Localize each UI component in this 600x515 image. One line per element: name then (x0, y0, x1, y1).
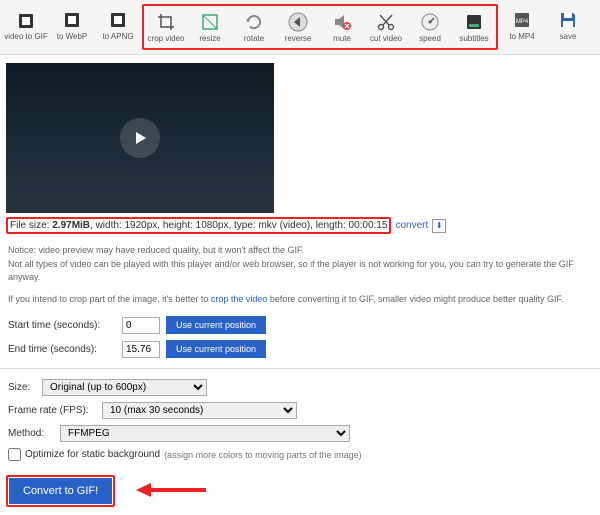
film-icon (15, 10, 37, 32)
download-icon[interactable]: ⬇ (432, 219, 446, 233)
tool-subtitles[interactable]: subtitles (452, 6, 496, 48)
optimize-sublabel: (assign more colors to moving parts of t… (164, 450, 362, 460)
tool-to-webp[interactable]: to WebP (50, 4, 94, 46)
convert-link[interactable]: convert (395, 220, 428, 231)
method-select[interactable]: FFMPEG (60, 425, 350, 442)
subtitles-icon (463, 11, 485, 33)
fps-label: Frame rate (FPS): (8, 405, 96, 416)
fps-row: Frame rate (FPS): 10 (max 30 seconds) (8, 402, 592, 419)
crop-video-link[interactable]: crop the video (211, 294, 268, 304)
tool-rotate[interactable]: rotate (232, 6, 276, 48)
film-icon (61, 9, 83, 31)
speed-icon (419, 11, 441, 33)
start-time-row: Start time (seconds): Use current positi… (8, 316, 592, 334)
scissors-icon (375, 11, 397, 33)
highlighted-tools: crop video resize rotate reverse mute cu… (142, 4, 498, 50)
fps-select[interactable]: 10 (max 30 seconds) (102, 402, 297, 419)
end-time-input[interactable] (122, 341, 160, 358)
crop-icon (155, 11, 177, 33)
optimize-label: Optimize for static background (25, 449, 160, 460)
file-info: File size: 2.97MiB, width: 1920px, heigh… (6, 217, 391, 234)
start-time-label: Start time (seconds): (8, 320, 116, 331)
svg-text:MP4: MP4 (516, 19, 529, 25)
end-time-label: End time (seconds): (8, 344, 116, 355)
play-icon (131, 129, 149, 147)
tool-speed[interactable]: speed (408, 6, 452, 48)
play-button[interactable] (120, 118, 160, 158)
video-preview[interactable] (6, 63, 274, 213)
rotate-icon (243, 11, 265, 33)
tool-resize[interactable]: resize (188, 6, 232, 48)
reverse-icon (287, 11, 309, 33)
toolbar: video to GIF to WebP to APNG crop video … (0, 0, 600, 55)
mp4-icon: MP4 (511, 9, 533, 31)
size-row: Size: Original (up to 600px) (8, 379, 592, 396)
notice-text: Notice: video preview may have reduced q… (8, 244, 592, 306)
use-current-start-button[interactable]: Use current position (166, 316, 266, 334)
tool-video-to-gif[interactable]: video to GIF (4, 4, 48, 46)
size-select[interactable]: Original (up to 600px) (42, 379, 207, 396)
mute-icon (331, 11, 353, 33)
tool-mute[interactable]: mute (320, 6, 364, 48)
file-info-row: File size: 2.97MiB, width: 1920px, heigh… (6, 217, 594, 234)
convert-to-gif-button[interactable]: Convert to GIF! (9, 478, 112, 504)
use-current-end-button[interactable]: Use current position (166, 340, 266, 358)
tool-reverse[interactable]: reverse (276, 6, 320, 48)
method-label: Method: (8, 428, 54, 439)
tool-crop-video[interactable]: crop video (144, 6, 188, 48)
end-time-row: End time (seconds): Use current position (8, 340, 592, 358)
tool-cut-video[interactable]: cut video (364, 6, 408, 48)
resize-icon (199, 11, 221, 33)
arrow-icon (136, 481, 206, 502)
size-label: Size: (8, 382, 36, 393)
start-time-input[interactable] (122, 317, 160, 334)
tool-to-apng[interactable]: to APNG (96, 4, 140, 46)
tool-save[interactable]: save (546, 4, 590, 46)
tool-to-mp4[interactable]: MP4to MP4 (500, 4, 544, 46)
save-icon (557, 9, 579, 31)
method-row: Method: FFMPEG (8, 425, 592, 442)
optimize-row: Optimize for static background (assign m… (8, 448, 592, 461)
optimize-checkbox[interactable] (8, 448, 21, 461)
film-icon (107, 9, 129, 31)
